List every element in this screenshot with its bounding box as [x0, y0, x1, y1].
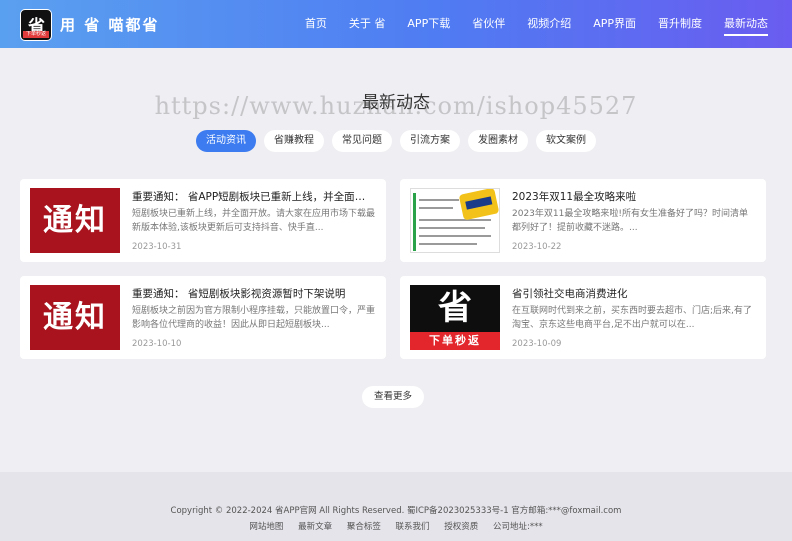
poster-line: [419, 207, 453, 209]
article-title[interactable]: 重要通知： 省APP短剧板块已重新上线，并全面开放。请大家...: [132, 189, 372, 204]
poster-line: [419, 227, 485, 229]
footer-link-contact[interactable]: 联系我们: [396, 522, 430, 532]
poster-line: [419, 219, 491, 221]
nav-item-home[interactable]: 首页: [305, 0, 327, 48]
article-date: 2023-10-31: [132, 242, 182, 252]
poster-line: [419, 243, 477, 245]
footer-link-tags[interactable]: 聚合标签: [347, 522, 381, 532]
article-summary: 在互联网时代到来之前，买东西时要去超市、门店;后来,有了淘宝、京东这些电商平台,…: [512, 306, 752, 330]
article-summary: 2023年双11最全攻略来啦!所有女生准备好了吗？时间清单都列好了！提前收藏不迷…: [512, 209, 748, 233]
article-card[interactable]: 省 下单秒返 省引领社交电商消费进化 在互联网时代到来之前，买东西时要去超市、门…: [400, 276, 766, 359]
poster-thumbnail: [410, 188, 500, 253]
site-logo[interactable]: 省 下单秒返: [20, 9, 52, 41]
copyright-text: Copyright © 2022-2024 省APP官网 All Rights …: [170, 506, 622, 516]
nav-item-video[interactable]: 视频介绍: [527, 0, 571, 48]
article-summary: 短剧板块之前因为官方限制小程序挂载，只能放置口令，严重影响各位代理商的收益！因此…: [132, 306, 376, 330]
notice-thumbnail: 通知: [30, 188, 120, 253]
thumb-logo-strip: 下单秒返: [410, 332, 500, 350]
nav-item-promotion[interactable]: 晋升制度: [658, 0, 702, 48]
category-tabs: 活动资讯 省赚教程 常见问题 引流方案 发圈素材 软文案例: [0, 130, 792, 152]
app-logo-thumbnail: 省 下单秒返: [410, 285, 500, 350]
article-date: 2023-10-22: [512, 242, 562, 252]
nav-item-app-download[interactable]: APP下载: [407, 0, 450, 48]
view-more-button[interactable]: 查看更多: [362, 386, 424, 408]
article-date: 2023-10-09: [512, 339, 562, 349]
article-title[interactable]: 省引领社交电商消费进化: [512, 286, 752, 301]
thumb-logo-char: 省: [438, 288, 472, 328]
main-nav: 首页 关于 省 APP下载 省伙伴 视频介绍 APP界面 晋升制度 最新动态: [283, 0, 768, 48]
site-footer: Copyright © 2022-2024 省APP官网 All Rights …: [0, 472, 792, 541]
article-date: 2023-10-10: [132, 339, 182, 349]
footer-link-license[interactable]: 授权资质: [444, 522, 478, 532]
brand-name: 用 省 喵都省: [60, 16, 160, 34]
footer-links: 网站地图 最新文章 聚合标签 联系我们 授权资质 公司地址:***: [0, 520, 792, 532]
tab-article-cases[interactable]: 软文案例: [536, 130, 596, 152]
article-card[interactable]: 通知 重要通知： 省APP短剧板块已重新上线，并全面开放。请大家... 短剧板块…: [20, 179, 386, 262]
nav-item-about[interactable]: 关于 省: [349, 0, 386, 48]
notice-thumbnail: 通知: [30, 285, 120, 350]
tab-traffic-plan[interactable]: 引流方案: [400, 130, 460, 152]
footer-link-sitemap[interactable]: 网站地图: [249, 522, 283, 532]
watermark-text: https://www.huzhan.com/ishop45527: [154, 92, 638, 120]
tab-faq[interactable]: 常见问题: [332, 130, 392, 152]
nav-item-app-ui[interactable]: APP界面: [593, 0, 636, 48]
poster-badge: [458, 189, 499, 221]
article-title[interactable]: 2023年双11最全攻略来啦: [512, 189, 752, 204]
article-card[interactable]: 通知 重要通知： 省短剧板块影视资源暂时下架说明 短剧板块之前因为官方限制小程序…: [20, 276, 386, 359]
footer-link-latest[interactable]: 最新文章: [298, 522, 332, 532]
tab-activity-news[interactable]: 活动资讯: [196, 130, 256, 152]
footer-company-address: 公司地址:***: [492, 522, 543, 532]
poster-line: [419, 235, 491, 237]
article-card[interactable]: 2023年双11最全攻略来啦 2023年双11最全攻略来啦!所有女生准备好了吗？…: [400, 179, 766, 262]
nav-item-news[interactable]: 最新动态: [724, 0, 768, 48]
nav-item-partner[interactable]: 省伙伴: [472, 0, 505, 48]
tab-tutorial[interactable]: 省赚教程: [264, 130, 324, 152]
tab-share-material[interactable]: 发圈素材: [468, 130, 528, 152]
site-header: 省 下单秒返 用 省 喵都省 首页 关于 省 APP下载 省伙伴 视频介绍 AP…: [0, 0, 792, 48]
article-title[interactable]: 重要通知： 省短剧板块影视资源暂时下架说明: [132, 286, 372, 301]
poster-stripe: [413, 193, 416, 251]
logo-strip: 下单秒返: [23, 31, 49, 38]
article-summary: 短剧板块已重新上线，并全面开放。请大家在应用市场下载最新版本体验,该板块更新后可…: [132, 209, 376, 233]
poster-line: [419, 199, 459, 201]
